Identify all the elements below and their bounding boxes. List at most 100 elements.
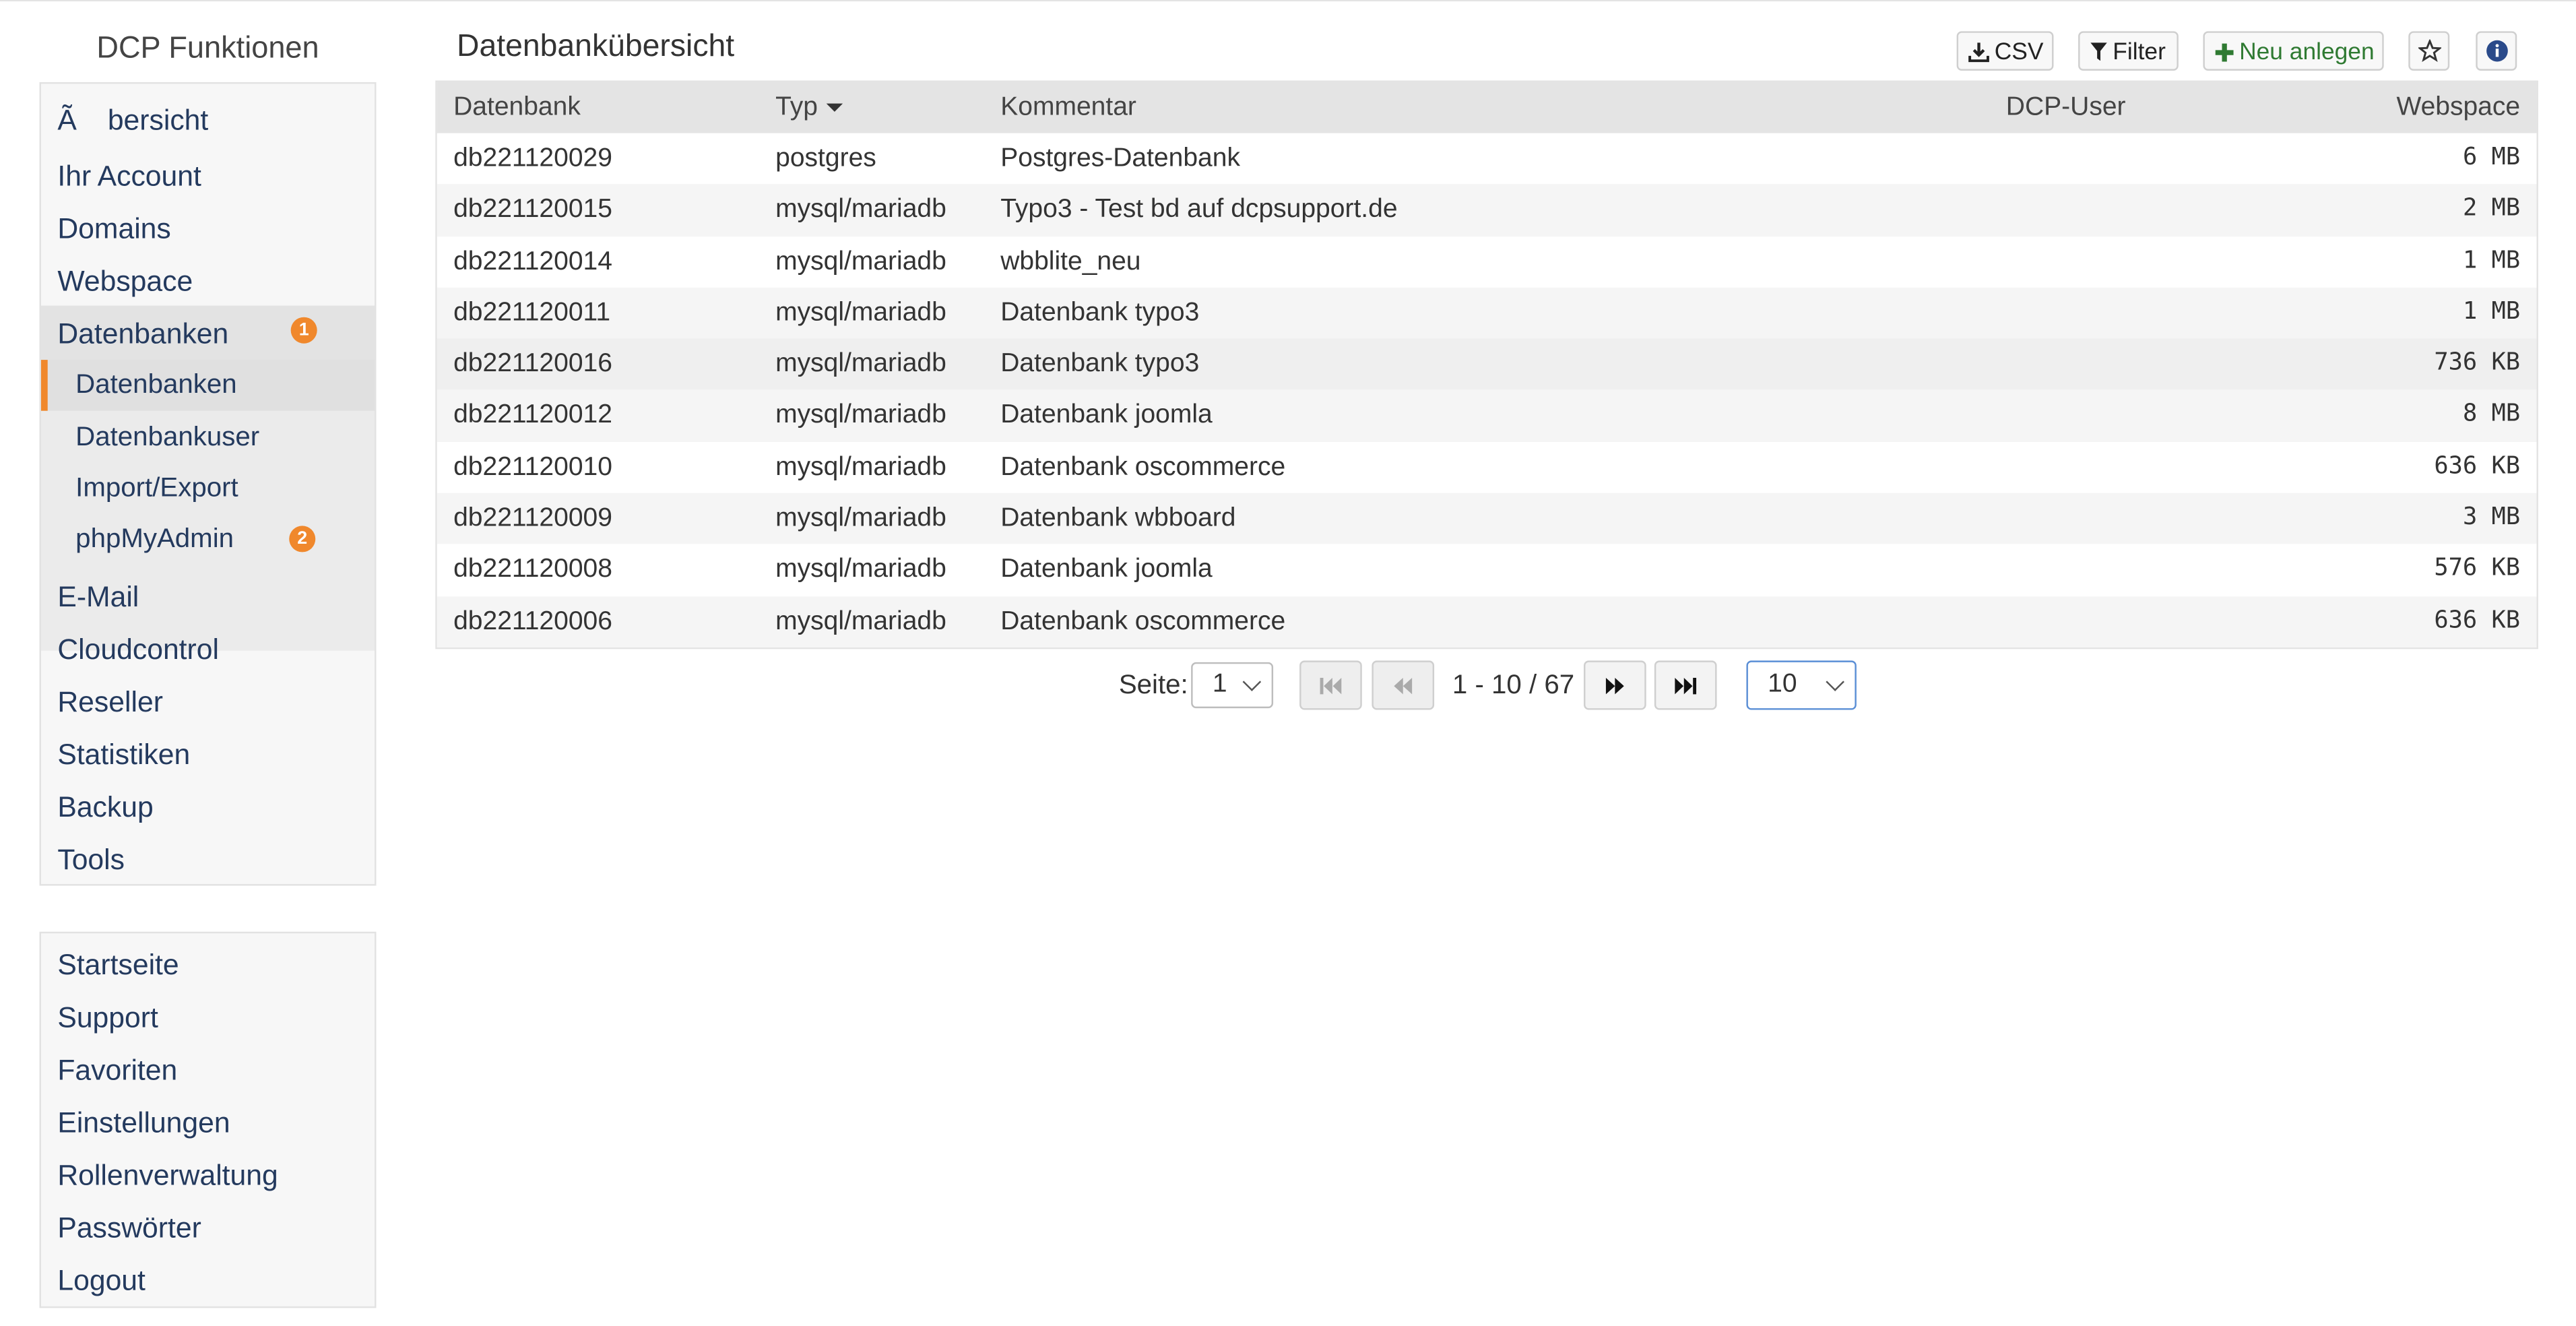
cell-typ: mysql/mariadb (775, 298, 946, 327)
page-select-value: 1 (1212, 670, 1227, 699)
table-row[interactable]: db221120029 postgres Postgres-Datenbank … (437, 133, 2537, 185)
cell-datenbank: db221120011 (453, 298, 611, 327)
page-range: 1 - 10 / 67 (1452, 670, 1575, 700)
filter-label: Filter (2113, 39, 2166, 66)
chevron-down-icon (1826, 672, 1844, 691)
subnav-item-datenbankuser[interactable]: Datenbankuser (41, 412, 375, 464)
filter-button[interactable]: Filter (2078, 31, 2179, 71)
sidebar-item-account[interactable]: Ihr Account (41, 150, 375, 202)
cell-datenbank: db221120029 (453, 144, 612, 173)
table-row[interactable]: db221120011 mysql/mariadb Datenbank typo… (437, 287, 2537, 339)
sidebar-item-tools[interactable]: Tools (41, 833, 375, 885)
subnav-item-phpmyadmin[interactable]: phpMyAdmin 2 (41, 514, 375, 565)
sidebar-item-webspace[interactable]: Webspace (41, 255, 375, 307)
cell-typ: mysql/mariadb (775, 453, 946, 482)
cell-kommentar: wbblite_neu (1000, 247, 1141, 276)
column-header-kommentar[interactable]: Kommentar (1000, 82, 1136, 133)
table-row[interactable]: db221120012 mysql/mariadb Datenbank joom… (437, 390, 2537, 442)
cell-kommentar: Datenbank typo3 (1000, 350, 1200, 379)
table-row[interactable]: db221120015 mysql/mariadb Typo3 - Test b… (437, 184, 2537, 236)
cell-webspace: 636 KB (2434, 607, 2521, 634)
sidebar-item-reseller[interactable]: Reseller (41, 675, 375, 728)
sidebar-item-datenbanken-label: Datenbanken (57, 317, 229, 350)
cell-kommentar: Datenbank wbboard (1000, 504, 1236, 533)
fast-forward-icon (1605, 676, 1624, 694)
cell-webspace: 6 MB (2462, 144, 2521, 171)
favorite-button[interactable] (2408, 31, 2450, 71)
table-row[interactable]: db221120010 mysql/mariadb Datenbank osco… (437, 442, 2537, 493)
sidebar-item-datenbanken[interactable]: Datenbanken 1 (40, 305, 375, 362)
last-page-button[interactable] (1654, 660, 1717, 710)
plus-icon (2215, 43, 2234, 62)
new-label: Neu anlegen (2239, 39, 2375, 66)
cell-kommentar: Postgres-Datenbank (1000, 144, 1240, 173)
sidebar-item-passwoerter[interactable]: Passwörter (41, 1201, 375, 1254)
column-header-dcp-user[interactable]: DCP-User (2006, 82, 2126, 133)
sidebar-item-rollenverwaltung[interactable]: Rollenverwaltung (41, 1149, 375, 1201)
page-select[interactable]: 1 (1191, 662, 1274, 709)
column-header-typ[interactable]: Typ (775, 82, 843, 133)
table-row[interactable]: db221120016 mysql/mariadb Datenbank typo… (437, 338, 2537, 391)
cell-kommentar: Datenbank typo3 (1000, 298, 1200, 327)
sidebar-item-support[interactable]: Support (41, 991, 375, 1044)
subnav-item-datenbanken[interactable]: Datenbanken (40, 360, 375, 411)
cell-typ: mysql/mariadb (775, 247, 946, 276)
table-row[interactable]: db221120008 mysql/mariadb Datenbank joom… (437, 544, 2537, 596)
rewind-icon (1394, 676, 1413, 694)
cell-kommentar: Datenbank oscommerce (1000, 453, 1286, 482)
new-database-button[interactable]: Neu anlegen (2203, 31, 2384, 71)
app-root: DCP Funktionen Ã bersicht Ihr Account D… (0, 0, 2576, 1315)
subnav-item-phpmyadmin-label: phpMyAdmin (75, 524, 234, 554)
sidebar-item-startseite[interactable]: Startseite (41, 939, 375, 991)
table-row[interactable]: db221120014 mysql/mariadb wbblite_neu 1 … (437, 236, 2537, 287)
sidebar-bottom-nav: Startseite Support Favoriten Einstellung… (39, 931, 377, 1308)
filter-icon (2090, 42, 2107, 61)
sidebar-item-uebersicht[interactable]: Ã bersicht (41, 94, 375, 146)
database-table: Datenbank Typ Kommentar DCP-User Webspac… (435, 80, 2538, 650)
sidebar-item-favoriten[interactable]: Favoriten (41, 1044, 375, 1096)
cell-webspace: 1 MB (2462, 298, 2521, 325)
sidebar-item-domains[interactable]: Domains (41, 202, 375, 255)
table-header: Datenbank Typ Kommentar DCP-User Webspac… (437, 82, 2537, 133)
cell-webspace: 3 MB (2462, 504, 2521, 531)
table-row[interactable]: db221120009 mysql/mariadb Datenbank wbbo… (437, 493, 2537, 545)
cell-webspace: 576 KB (2434, 556, 2521, 583)
csv-export-button[interactable]: CSV (1956, 31, 2054, 71)
cell-typ: mysql/mariadb (775, 607, 946, 636)
cell-datenbank: db221120009 (453, 504, 612, 533)
previous-page-button[interactable] (1372, 660, 1435, 710)
star-icon (2416, 38, 2442, 63)
download-icon (1968, 42, 1989, 63)
cell-datenbank: db221120012 (453, 402, 612, 430)
per-page-select[interactable]: 10 (1746, 660, 1857, 710)
column-header-datenbank[interactable]: Datenbank (453, 82, 581, 133)
sidebar-item-backup[interactable]: Backup (41, 780, 375, 833)
cell-datenbank: db221120016 (453, 350, 612, 379)
cell-kommentar: Datenbank joomla (1000, 402, 1213, 430)
info-button[interactable] (2476, 31, 2517, 71)
chevron-down-icon (1242, 672, 1262, 691)
sidebar-item-einstellungen[interactable]: Einstellungen (41, 1096, 375, 1149)
skip-first-icon (1320, 676, 1342, 694)
cell-typ: postgres (775, 144, 876, 173)
sidebar-item-logout[interactable]: Logout (41, 1254, 375, 1306)
column-header-webspace[interactable]: Webspace (2396, 82, 2520, 133)
sidebar-title: DCP Funktionen (96, 29, 319, 65)
sidebar-item-email[interactable]: E-Mail (41, 570, 375, 623)
cell-typ: mysql/mariadb (775, 195, 946, 224)
cell-datenbank: db221120014 (453, 247, 612, 276)
table-row[interactable]: db221120006 mysql/mariadb Datenbank osco… (437, 596, 2537, 648)
sidebar-item-statistiken[interactable]: Statistiken (41, 728, 375, 780)
next-page-button[interactable] (1584, 660, 1646, 710)
first-page-button[interactable] (1299, 660, 1362, 710)
cell-webspace: 1 MB (2462, 247, 2521, 274)
page-title: Datenbankübersicht (456, 29, 735, 65)
page-frame: DCP Funktionen Ã bersicht Ihr Account D… (0, 0, 2576, 1326)
subnav-item-import-export[interactable]: Import/Export (41, 464, 375, 515)
cell-typ: mysql/mariadb (775, 504, 946, 533)
cell-webspace: 736 KB (2434, 350, 2521, 377)
cell-webspace: 636 KB (2434, 453, 2521, 480)
sort-desc-icon (826, 104, 843, 113)
sidebar-item-cloudcontrol[interactable]: Cloudcontrol (41, 623, 375, 675)
cell-datenbank: db221120015 (453, 195, 612, 224)
